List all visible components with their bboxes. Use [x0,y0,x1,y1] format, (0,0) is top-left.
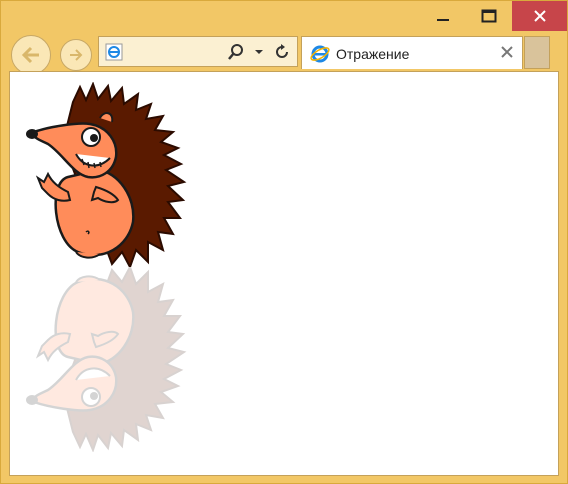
back-button[interactable] [11,35,51,75]
close-icon[interactable] [500,45,514,59]
ie-icon [310,45,330,63]
browser-window: Отражение [0,0,568,484]
refresh-icon[interactable] [273,43,291,61]
minimize-button[interactable] [420,1,466,31]
close-window-button[interactable] [512,1,567,31]
forward-arrow-icon [70,49,83,61]
maximize-icon [481,9,497,23]
back-arrow-icon [21,46,39,64]
search-icon[interactable] [227,43,245,61]
chevron-down-icon[interactable] [253,45,265,59]
page-content [9,71,559,476]
address-bar[interactable] [98,36,298,67]
maximize-button[interactable] [466,1,512,31]
hedgehog-reflection [26,267,187,452]
navigation-bar: Отражение [1,33,567,75]
hedgehog-image [26,82,187,267]
close-icon [533,10,546,22]
tab-title: Отражение [336,46,410,62]
window-controls [420,1,567,31]
new-tab-button[interactable] [524,36,550,69]
minimize-icon [437,19,449,21]
forward-button[interactable] [60,39,92,71]
tab-active[interactable]: Отражение [301,36,523,69]
ie-icon [105,43,123,61]
